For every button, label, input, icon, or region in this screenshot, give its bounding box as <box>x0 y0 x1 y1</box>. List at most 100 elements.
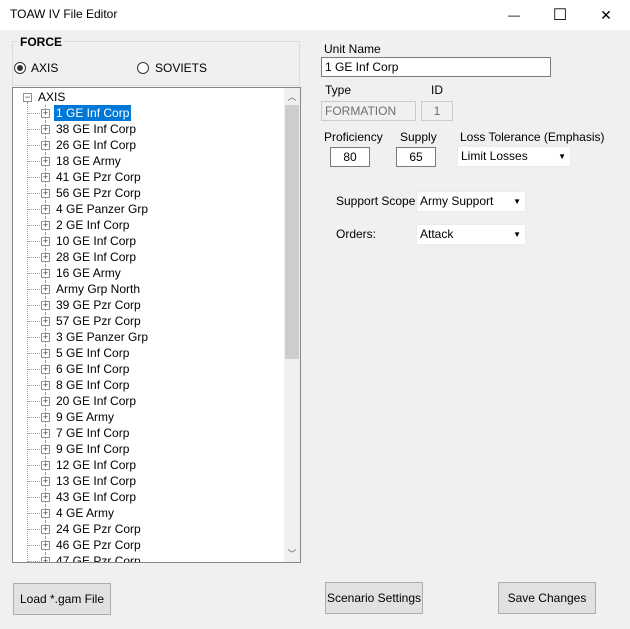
expand-icon[interactable]: + <box>41 253 50 262</box>
tree-item-label[interactable]: 24 GE Pzr Corp <box>54 521 143 537</box>
tree-item-label[interactable]: 4 GE Panzer Grp <box>54 201 150 217</box>
tree-item-label[interactable]: 5 GE Inf Corp <box>54 345 131 361</box>
tree-item[interactable]: +2 GE Inf Corp <box>13 217 283 233</box>
expand-icon[interactable]: + <box>41 349 50 358</box>
tree-item-label[interactable]: 56 GE Pzr Corp <box>54 185 143 201</box>
expand-icon[interactable]: + <box>41 285 50 294</box>
tree-item-label[interactable]: 4 GE Army <box>54 505 116 521</box>
tree-item[interactable]: +7 GE Inf Corp <box>13 425 283 441</box>
load-gam-button[interactable]: Load *.gam File <box>13 583 111 615</box>
tree-item[interactable]: +20 GE Inf Corp <box>13 393 283 409</box>
scroll-up-icon[interactable]: ︿ <box>284 88 300 105</box>
tree-item[interactable]: +8 GE Inf Corp <box>13 377 283 393</box>
tree-item-label[interactable]: Army Grp North <box>54 281 142 297</box>
tree-item[interactable]: +9 GE Army <box>13 409 283 425</box>
tree-item-label[interactable]: 1 GE Inf Corp <box>52 104 133 122</box>
tree-item[interactable]: +47 GE Pzr Corp <box>13 553 283 562</box>
expand-icon[interactable]: + <box>41 365 50 374</box>
tree-item-label[interactable]: 20 GE Inf Corp <box>54 393 138 409</box>
expand-icon[interactable]: + <box>41 477 50 486</box>
expand-icon[interactable]: + <box>41 173 50 182</box>
tree-item-label[interactable]: 46 GE Pzr Corp <box>54 537 143 553</box>
maximize-button[interactable]: ☐ <box>537 0 583 30</box>
expand-icon[interactable]: + <box>41 493 50 502</box>
tree-item[interactable]: +28 GE Inf Corp <box>13 249 283 265</box>
tree-item[interactable]: +6 GE Inf Corp <box>13 361 283 377</box>
radio-axis[interactable]: AXIS <box>14 61 58 75</box>
tree-item-label[interactable]: 10 GE Inf Corp <box>54 233 138 249</box>
expand-icon[interactable]: + <box>41 525 50 534</box>
loss-tolerance-select[interactable]: Limit Losses ▼ <box>457 146 571 167</box>
orders-select[interactable]: Attack ▼ <box>416 224 526 245</box>
tree-root-label[interactable]: AXIS <box>36 89 67 105</box>
minimize-button[interactable]: — <box>491 0 537 30</box>
tree-item-label[interactable]: 7 GE Inf Corp <box>54 425 131 441</box>
tree-item-label[interactable]: 57 GE Pzr Corp <box>54 313 143 329</box>
unit-name-field[interactable]: 1 GE Inf Corp <box>321 57 551 77</box>
tree-item[interactable]: +12 GE Inf Corp <box>13 457 283 473</box>
tree-item[interactable]: +38 GE Inf Corp <box>13 121 283 137</box>
tree-item-label[interactable]: 13 GE Inf Corp <box>54 473 138 489</box>
tree-item[interactable]: + Army Grp North <box>13 281 283 297</box>
expand-icon[interactable]: + <box>41 157 50 166</box>
expand-icon[interactable]: + <box>41 189 50 198</box>
expand-icon[interactable]: + <box>41 317 50 326</box>
expand-icon[interactable]: + <box>41 221 50 230</box>
expand-icon[interactable]: + <box>41 237 50 246</box>
chevron-down-icon[interactable]: ▼ <box>513 192 521 211</box>
tree-item[interactable]: +43 GE Inf Corp <box>13 489 283 505</box>
expand-icon[interactable]: + <box>41 509 50 518</box>
radio-soviets-indicator[interactable] <box>137 62 149 74</box>
radio-axis-indicator[interactable] <box>14 62 26 74</box>
expand-icon[interactable]: + <box>41 557 50 562</box>
expand-icon[interactable]: + <box>41 125 50 134</box>
scenario-settings-button[interactable]: Scenario Settings <box>325 582 423 614</box>
tree-item-label[interactable]: 47 GE Pzr Corp <box>54 553 143 562</box>
expand-icon[interactable]: + <box>41 205 50 214</box>
expand-icon[interactable]: + <box>41 141 50 150</box>
tree-item[interactable]: +3 GE Panzer Grp <box>13 329 283 345</box>
expand-icon[interactable]: + <box>41 381 50 390</box>
expand-icon[interactable]: + <box>41 461 50 470</box>
tree-item[interactable]: +46 GE Pzr Corp <box>13 537 283 553</box>
expand-icon[interactable]: + <box>41 413 50 422</box>
tree-item-label[interactable]: 28 GE Inf Corp <box>54 249 138 265</box>
expand-icon[interactable]: + <box>41 269 50 278</box>
close-button[interactable]: ✕ <box>583 0 629 30</box>
tree-item[interactable]: +9 GE Inf Corp <box>13 441 283 457</box>
tree-item-label[interactable]: 8 GE Inf Corp <box>54 377 131 393</box>
tree-item[interactable]: +13 GE Inf Corp <box>13 473 283 489</box>
tree-item[interactable]: +16 GE Army <box>13 265 283 281</box>
tree-item[interactable]: +24 GE Pzr Corp <box>13 521 283 537</box>
tree-scrollbar[interactable]: ︿ ﹀ <box>284 88 300 562</box>
tree-item[interactable]: +18 GE Army <box>13 153 283 169</box>
tree-item[interactable]: +39 GE Pzr Corp <box>13 297 283 313</box>
tree-item-label[interactable]: 38 GE Inf Corp <box>54 121 138 137</box>
collapse-icon[interactable]: − <box>23 93 32 102</box>
scroll-thumb[interactable] <box>285 105 299 359</box>
support-scope-select[interactable]: Army Support ▼ <box>416 191 526 212</box>
radio-soviets[interactable]: SOVIETS <box>137 61 207 75</box>
tree-item[interactable]: +1 GE Inf Corp <box>13 104 283 122</box>
chevron-down-icon[interactable]: ▼ <box>558 147 566 166</box>
expand-icon[interactable]: + <box>41 301 50 310</box>
tree-item[interactable]: +56 GE Pzr Corp <box>13 185 283 201</box>
expand-icon[interactable]: + <box>41 333 50 342</box>
tree-item[interactable]: +4 GE Panzer Grp <box>13 201 283 217</box>
tree-item-label[interactable]: 16 GE Army <box>54 265 123 281</box>
tree-item-label[interactable]: 43 GE Inf Corp <box>54 489 138 505</box>
scroll-down-icon[interactable]: ﹀ <box>284 545 300 562</box>
tree-item-label[interactable]: 2 GE Inf Corp <box>54 217 131 233</box>
tree-item[interactable]: +26 GE Inf Corp <box>13 137 283 153</box>
expand-icon[interactable]: + <box>41 397 50 406</box>
tree-item-label[interactable]: 39 GE Pzr Corp <box>54 297 143 313</box>
supply-field[interactable]: 65 <box>396 147 436 167</box>
tree-item[interactable]: +5 GE Inf Corp <box>13 345 283 361</box>
tree-item-label[interactable]: 41 GE Pzr Corp <box>54 169 143 185</box>
tree-item[interactable]: +4 GE Army <box>13 505 283 521</box>
tree-item-label[interactable]: 18 GE Army <box>54 153 123 169</box>
tree-item-label[interactable]: 26 GE Inf Corp <box>54 137 138 153</box>
save-changes-button[interactable]: Save Changes <box>498 582 596 614</box>
expand-icon[interactable]: + <box>41 109 50 118</box>
tree-item-label[interactable]: 12 GE Inf Corp <box>54 457 138 473</box>
